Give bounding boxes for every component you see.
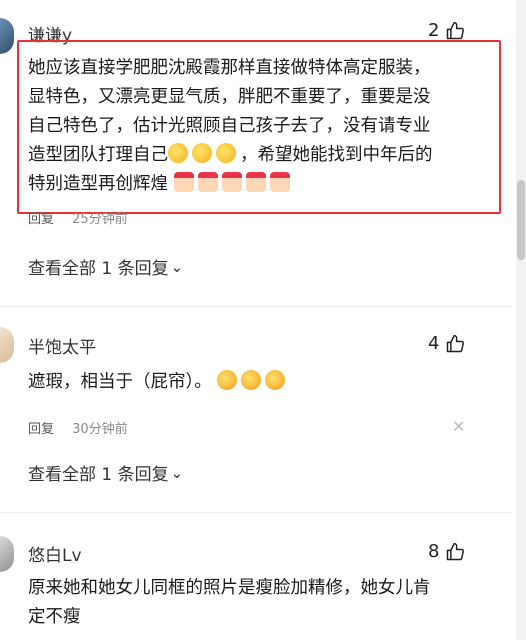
crying-emoji-icon (265, 370, 286, 390)
view-replies-label: 查看全部 1 条回复 (28, 259, 169, 279)
chevron-down-icon: ⌄ (170, 463, 184, 482)
timestamp: 25分钟前 (72, 212, 128, 227)
scrollbar-thumb[interactable] (517, 180, 525, 260)
comment-meta: 回复 30分钟前 (28, 418, 128, 437)
like-count: 8 (428, 541, 440, 562)
crying-emoji-icon (241, 370, 262, 390)
avatar[interactable] (0, 327, 14, 363)
close-icon[interactable]: ✕ (452, 417, 465, 436)
comment-text: 遮瑕，相当于（屁帘）。 (28, 368, 289, 397)
thumbs-up-icon (447, 21, 465, 39)
thumbs-up-icon (447, 542, 465, 560)
crying-emoji-icon (217, 370, 238, 390)
reply-button[interactable]: 回复 (28, 212, 54, 227)
scrollbar-track[interactable] (516, 0, 526, 640)
comment-meta: 回复 25分钟前 (28, 208, 128, 227)
comment-text: 原来她和她女儿同框的照片是瘦脸加精修，她女儿肯 定不瘦 (28, 574, 498, 632)
comment-line: 定不瘦 (28, 607, 81, 627)
like-count: 4 (428, 333, 440, 354)
divider (0, 306, 512, 307)
timestamp: 30分钟前 (72, 422, 128, 437)
view-replies-label: 查看全部 1 条回复 (28, 465, 169, 485)
like-button[interactable]: 4 (428, 333, 465, 354)
reply-button[interactable]: 回复 (28, 422, 54, 437)
view-replies-button[interactable]: 查看全部 1 条回复 ⌄ (28, 460, 184, 486)
avatar[interactable] (0, 18, 14, 54)
like-button[interactable]: 2 (428, 20, 465, 41)
avatar[interactable] (0, 536, 14, 572)
divider (0, 512, 512, 513)
view-replies-button[interactable]: 查看全部 1 条回复 ⌄ (28, 254, 184, 280)
chevron-down-icon: ⌄ (170, 257, 184, 276)
comment-username[interactable]: 半饱太平 (28, 333, 96, 358)
comment-line: 原来她和她女儿同框的照片是瘦脸加精修，她女儿肯 (28, 578, 431, 598)
like-button[interactable]: 8 (428, 541, 465, 562)
comment-username[interactable]: 悠白Lv (28, 541, 82, 566)
thumbs-up-icon (447, 334, 465, 352)
highlight-box (17, 40, 501, 214)
like-count: 2 (428, 20, 440, 41)
